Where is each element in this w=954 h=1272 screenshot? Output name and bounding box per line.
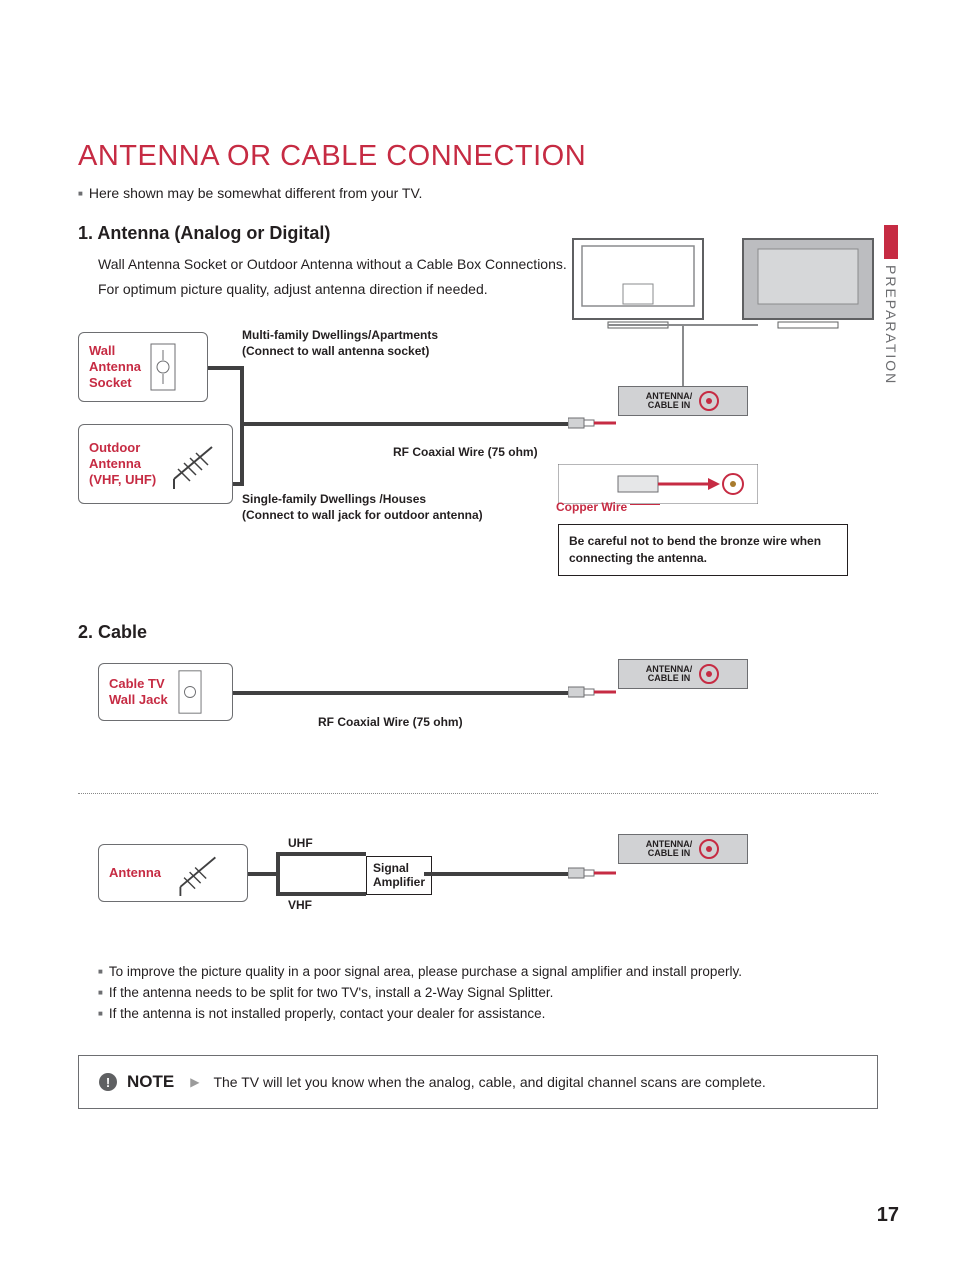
bullet-1: To improve the picture quality in a poor… (98, 964, 884, 979)
rf-label-1: RF Coaxial Wire (75 ohm) (393, 445, 538, 461)
section-cable: 2. Cable Cable TV Wall Jack ANTENNA/ CAB… (78, 622, 884, 763)
antenna-port-label-2: ANTENNA/ CABLE IN (646, 665, 693, 683)
bullet-list: To improve the picture quality in a poor… (98, 964, 884, 1021)
diagram-section3: Antenna UHF VHF Signal Amplifier ANTEN (78, 824, 884, 944)
note-text: The TV will let you know when the analog… (213, 1074, 765, 1090)
signal-amp-label: Signal Amplifier (373, 861, 425, 889)
side-tab-accent (884, 225, 898, 259)
warning-box: Be careful not to bend the bronze wire w… (558, 524, 848, 576)
rf-label-2: RF Coaxial Wire (75 ohm) (318, 715, 463, 731)
uhf-label: UHF (288, 836, 313, 852)
note-box: ! NOTE ▶ The TV will let you know when t… (78, 1055, 878, 1109)
diagram-section2: Cable TV Wall Jack ANTENNA/ CABLE IN RF … (78, 653, 884, 763)
coax-port-icon-3 (698, 838, 720, 860)
antenna-box-3: Antenna (98, 844, 248, 902)
coax-port-icon (698, 390, 720, 412)
section-antenna: 1. Antenna (Analog or Digital) Wall Ante… (78, 223, 884, 574)
section1-p1: Wall Antenna Socket or Outdoor Antenna w… (98, 254, 568, 275)
multi-family-label: Multi-family Dwellings/Apartments (Conne… (242, 328, 482, 359)
wall-jack-icon (149, 342, 177, 392)
antenna-port-box-3: ANTENNA/ CABLE IN (618, 834, 748, 864)
copper-wire-label: Copper Wire (556, 500, 627, 514)
section-amplifier: Antenna UHF VHF Signal Amplifier ANTEN (78, 824, 884, 1021)
note-label: NOTE (127, 1072, 174, 1092)
antenna-icon (164, 439, 219, 489)
outdoor-antenna-label: Outdoor Antenna (VHF, UHF) (89, 440, 156, 489)
wall-socket-box: Wall Antenna Socket (78, 332, 208, 402)
page-title: ANTENNA OR CABLE CONNECTION (78, 140, 884, 173)
antenna-port-label-1: ANTENNA/ CABLE IN (646, 392, 693, 410)
note-arrow-icon: ▶ (190, 1075, 199, 1089)
intro-text: Here shown may be somewhat different fro… (78, 185, 884, 201)
bullet-3: If the antenna is not installed properly… (98, 1006, 884, 1021)
outdoor-antenna-box: Outdoor Antenna (VHF, UHF) (78, 424, 233, 504)
cable-jack-label: Cable TV Wall Jack (109, 676, 168, 709)
diagram-section1: Wall Antenna Socket Outdoor Antenna (VHF… (78, 314, 878, 574)
antenna-port-box-1: ANTENNA/ CABLE IN (618, 386, 748, 416)
antenna-port-box-2: ANTENNA/ CABLE IN (618, 659, 748, 689)
antenna-label-3: Antenna (109, 865, 161, 881)
warning-text: Be careful not to bend the bronze wire w… (569, 534, 821, 565)
coax-port-icon-2 (698, 663, 720, 685)
coax-connector-icon-2 (568, 683, 618, 701)
side-tab: PREPARATION (883, 225, 899, 385)
coax-connector-icon (568, 414, 618, 432)
side-tab-label: PREPARATION (883, 265, 899, 385)
section2-heading: 2. Cable (78, 622, 884, 643)
wall-socket-label: Wall Antenna Socket (89, 343, 141, 392)
single-family-label: Single-family Dwellings /Houses (Connect… (242, 492, 522, 523)
signal-amp-box: Signal Amplifier (366, 856, 432, 895)
vhf-label: VHF (288, 898, 312, 914)
section-divider (78, 793, 878, 794)
wall-jack-icon-2 (176, 669, 204, 715)
coax-connector-icon-3 (568, 864, 618, 882)
connector-zoom-icon (558, 464, 758, 504)
cable-jack-box: Cable TV Wall Jack (98, 663, 233, 721)
antenna-icon-2 (169, 850, 224, 896)
page-number: 17 (877, 1204, 899, 1227)
antenna-port-label-3: ANTENNA/ CABLE IN (646, 840, 693, 858)
bullet-2: If the antenna needs to be split for two… (98, 985, 884, 1000)
section1-p2: For optimum picture quality, adjust ante… (98, 279, 568, 300)
note-icon: ! (99, 1073, 117, 1091)
